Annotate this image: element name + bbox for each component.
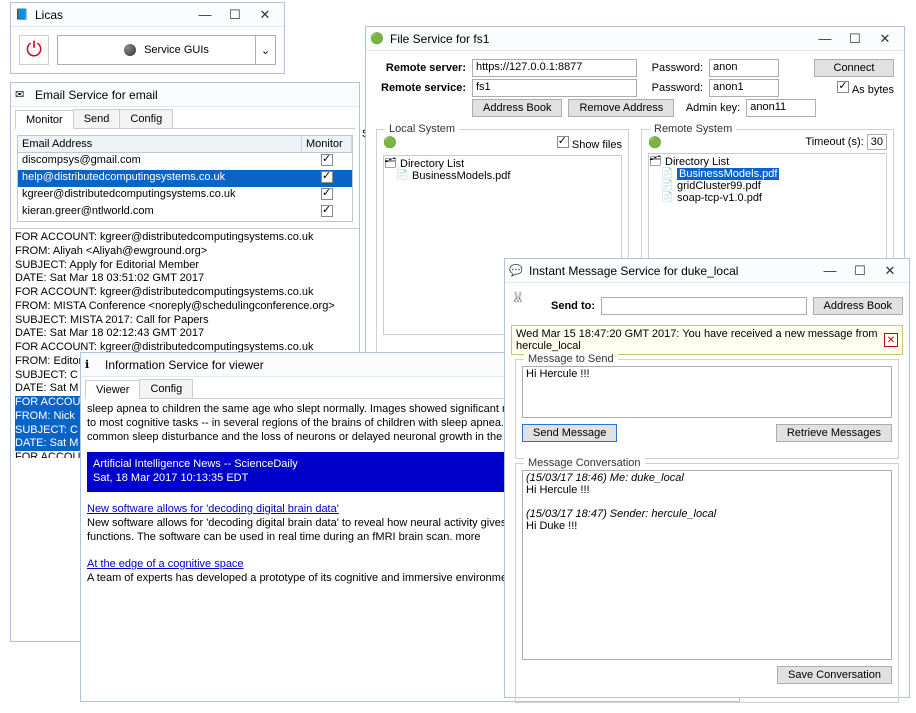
remote-server-label: Remote server: — [376, 62, 466, 74]
asbytes-check[interactable]: As bytes — [837, 81, 894, 96]
adminkey-input[interactable]: anon11 — [746, 99, 816, 117]
licas-titlebar[interactable]: 📘 Licas — ☐ ✕ — [11, 3, 284, 27]
email-table[interactable]: Email Address Monitor discompsys@gmail.c… — [17, 135, 353, 222]
email-title: Email Service for email — [35, 88, 355, 102]
minimize-icon[interactable]: — — [190, 5, 220, 25]
remote-dirlist[interactable]: Directory List — [651, 156, 884, 168]
im-titlebar[interactable]: 💬 Instant Message Service for duke_local… — [505, 259, 909, 283]
adminkey-label: Admin key: — [680, 102, 740, 114]
local-legend: Local System — [385, 123, 459, 135]
local-file-0[interactable]: BusinessModels.pdf — [398, 170, 619, 182]
password2-label: Password: — [643, 82, 703, 94]
im-window: 💬 Instant Message Service for duke_local… — [504, 258, 910, 698]
minimize-icon[interactable]: — — [815, 261, 845, 281]
col-monitor[interactable]: Monitor — [302, 136, 352, 152]
minimize-icon[interactable]: — — [810, 29, 840, 49]
im-addressbook-button[interactable]: Address Book — [813, 297, 903, 315]
file-icon: 🟢 — [370, 32, 384, 46]
retrieve-button[interactable]: Retrieve Messages — [776, 424, 892, 442]
table-row[interactable]: help@distributedcomputingsystems.co.uk — [18, 170, 352, 187]
tab-config[interactable]: Config — [139, 379, 193, 398]
folder-up-icon[interactable]: 🟢 — [383, 136, 397, 151]
send-button[interactable]: Send Message — [522, 424, 617, 442]
licas-icon: 📘 — [15, 8, 29, 22]
dot-icon — [124, 44, 136, 56]
service-guis-dropdown[interactable]: Service GUIs ⌄ — [57, 35, 276, 65]
link2[interactable]: At the edge of a cognitive space — [87, 558, 244, 570]
chevron-down-icon[interactable]: ⌄ — [255, 36, 275, 64]
close-icon[interactable]: ✕ — [870, 29, 900, 49]
tab-config[interactable]: Config — [119, 109, 173, 128]
close-icon[interactable]: ✕ — [875, 261, 905, 281]
password2-input[interactable]: anon1 — [709, 79, 779, 97]
sendto-label: Send to: — [551, 300, 595, 312]
showfiles-check[interactable]: Show files — [557, 136, 622, 151]
remote-service-label: Remote service: — [376, 82, 466, 94]
convo-log[interactable]: (15/03/17 18:46) Me: duke_local Hi Hercu… — [522, 470, 892, 660]
save-convo-button[interactable]: Save Conversation — [777, 666, 892, 684]
msgtosend-legend: Message to Send — [524, 353, 618, 365]
licas-window: 📘 Licas — ☐ ✕ ⏻ Service GUIs ⌄ — [10, 2, 285, 74]
notice-close-icon[interactable]: ✕ — [884, 333, 898, 347]
maximize-icon[interactable]: ☐ — [840, 29, 870, 49]
local-dirlist[interactable]: Directory List — [386, 158, 619, 170]
email-tabs: Monitor Send Config — [15, 109, 355, 129]
asbytes-label: As bytes — [852, 84, 894, 96]
notice-text: Wed Mar 15 18:47:20 GMT 2017: You have r… — [516, 328, 884, 352]
table-row[interactable]: kgreer@distributedcomputingsystems.co.uk — [18, 187, 352, 204]
timeout-input[interactable]: 30 — [867, 134, 887, 150]
password1-input[interactable]: anon — [709, 59, 779, 77]
remote-file-1[interactable]: gridCluster99.pdf — [663, 180, 884, 192]
table-row[interactable]: discompsys@gmail.com — [18, 153, 352, 170]
close-icon[interactable]: ✕ — [250, 5, 280, 25]
info-icon: ℹ — [85, 358, 99, 372]
email-icon: ✉ — [15, 88, 29, 102]
file-titlebar[interactable]: 🟢 File Service for fs1 — ☐ ✕ — [366, 27, 904, 51]
addressbook-button[interactable]: Address Book — [472, 99, 562, 117]
table-row[interactable]: kieran.greer@ntlworld.com — [18, 204, 352, 221]
power-icon[interactable]: ⏻ — [19, 35, 49, 65]
tab-viewer[interactable]: Viewer — [85, 380, 140, 399]
im-icon: 💬 — [509, 264, 523, 278]
email-titlebar[interactable]: ✉ Email Service for email — [11, 83, 359, 107]
timeout-label: Timeout (s): — [805, 136, 863, 148]
compose-input[interactable]: Hi Hercule !!! — [522, 366, 892, 418]
connect-button[interactable]: Connect — [814, 59, 894, 77]
remote-server-dropdown[interactable]: https://127.0.0.1:8877 — [472, 59, 637, 77]
link1[interactable]: New software allows for 'decoding digita… — [87, 503, 339, 515]
file-title: File Service for fs1 — [390, 32, 810, 46]
folder-up-icon[interactable]: 🟢 — [648, 136, 662, 149]
remote-file-2[interactable]: soap-tcp-v1.0.pdf — [663, 192, 884, 204]
maximize-icon[interactable]: ☐ — [220, 5, 250, 25]
tab-monitor[interactable]: Monitor — [15, 110, 74, 129]
remote-service-dropdown[interactable]: fs1 — [472, 79, 637, 97]
service-guis-label: Service GUIs — [144, 44, 209, 56]
password-label: Password: — [643, 62, 703, 74]
col-email[interactable]: Email Address — [18, 136, 302, 152]
remote-file-0[interactable]: BusinessModels.pdf — [663, 168, 884, 180]
sendto-input[interactable] — [601, 297, 807, 315]
tab-send[interactable]: Send — [73, 109, 121, 128]
convo-legend: Message Conversation — [524, 457, 645, 469]
im-title: Instant Message Service for duke_local — [529, 264, 815, 278]
avatar-icon: 🐰 — [511, 291, 545, 321]
licas-title: Licas — [35, 8, 190, 22]
removeaddress-button[interactable]: Remove Address — [568, 99, 674, 117]
remote-legend: Remote System — [650, 123, 736, 135]
maximize-icon[interactable]: ☐ — [845, 261, 875, 281]
